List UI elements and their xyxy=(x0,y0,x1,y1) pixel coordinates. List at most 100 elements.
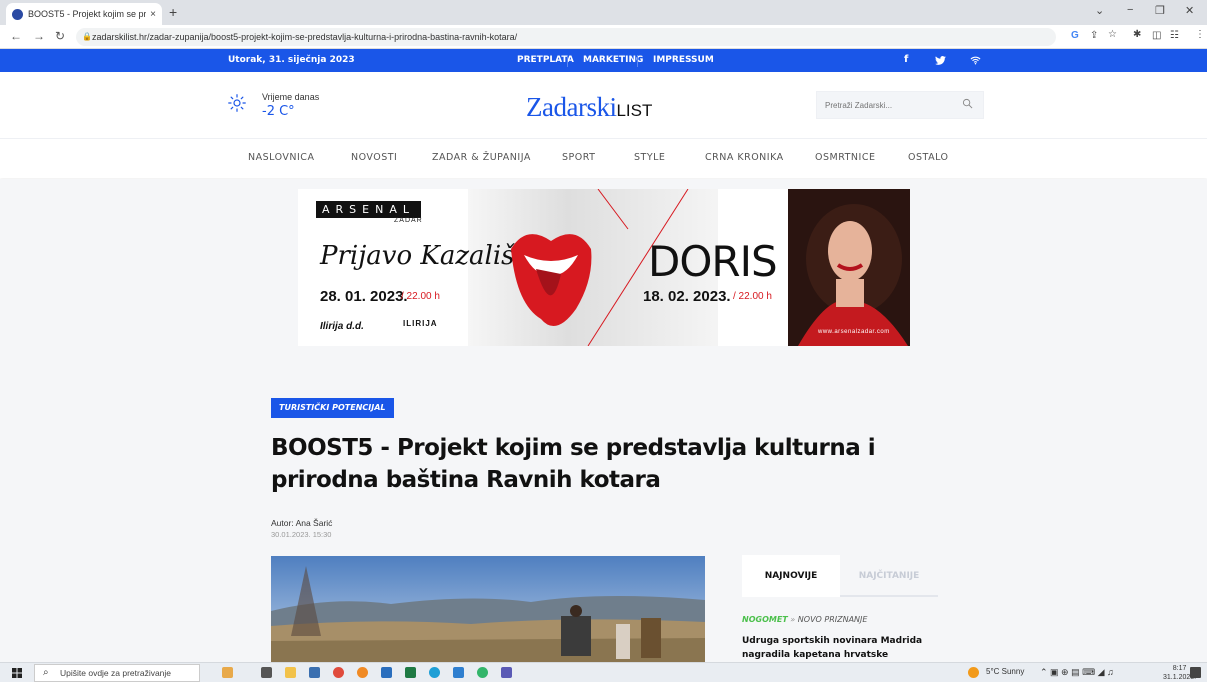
nav-item-novosti[interactable]: NOVOSTI xyxy=(351,152,397,163)
excel-icon[interactable] xyxy=(405,667,416,678)
article-category-badge[interactable]: TURISTIČKI POTENCIJAL xyxy=(271,398,394,418)
site-search xyxy=(816,91,984,119)
site-favicon-icon xyxy=(12,8,23,20)
ad-woman-photo xyxy=(788,189,910,346)
back-arrow-icon[interactable]: ← xyxy=(10,29,22,43)
news-category-secondary[interactable]: NOVO PRIZNANJE xyxy=(798,615,868,624)
browser-tab-title: BOOST5 - Projekt kojim se predst xyxy=(28,9,147,19)
site-logo[interactable]: ZadarskiLIST xyxy=(526,92,652,123)
store-icon[interactable] xyxy=(309,667,320,678)
lips-logo-icon xyxy=(511,234,592,327)
current-date: Utorak, 31. siječnja 2023 xyxy=(228,55,355,65)
taskbar-people-icon[interactable] xyxy=(222,667,233,678)
weather-label: Vrijeme danas xyxy=(262,92,320,102)
nav-item-osmrtnice[interactable]: OSMRTNICE xyxy=(815,152,875,163)
ad-sponsor1: Ilirija d.d. xyxy=(320,321,364,332)
divider xyxy=(637,55,638,67)
profile-icon[interactable]: ☷ xyxy=(1170,30,1179,41)
tray-icons[interactable]: ⌃ ▣ ⊕ ▤ ⌨ ◢ ♫ xyxy=(1040,667,1114,678)
tab-search-dropdown-icon[interactable]: ⌄ xyxy=(1095,4,1104,17)
word-icon[interactable] xyxy=(381,667,392,678)
chrome-green-icon[interactable] xyxy=(477,667,488,678)
ad-show1-time: / 22.00 h xyxy=(401,291,440,302)
url-text: zadarskilist.hr/zadar-zupanija/boost5-pr… xyxy=(92,32,518,42)
ad-brand: ARSENAL xyxy=(316,201,421,218)
taskbar-weather[interactable]: 5°C Sunny xyxy=(986,667,1024,676)
address-bar[interactable]: 🔒 zadarskilist.hr/zadar-zupanija/boost5-… xyxy=(76,28,1056,46)
nav-item-crna-kronika[interactable]: CRNA KRONIKA xyxy=(705,152,784,163)
reload-icon[interactable]: ↻ xyxy=(55,29,65,43)
window-minimize-button[interactable]: − xyxy=(1127,4,1133,16)
ad-show2-title: DORIS xyxy=(648,237,778,286)
article-photo xyxy=(271,556,705,662)
forward-arrow-icon[interactable]: → xyxy=(33,29,45,43)
window-close-button[interactable]: ✕ xyxy=(1185,4,1194,17)
sidepanel-icon[interactable]: ◫ xyxy=(1152,30,1161,41)
main-navigation: NASLOVNICA NOVOSTI ZADAR & ŽUPANIJA SPOR… xyxy=(0,138,1207,178)
article-headline: BOOST5 - Projekt kojim se predstavlja ku… xyxy=(271,435,876,493)
tab-najcitanije[interactable]: NAJČITANIJE xyxy=(840,555,938,597)
article-author: Autor: Ana Šarić xyxy=(271,518,333,528)
topbar-link-pretplata[interactable]: PRETPLATA xyxy=(517,55,574,65)
browser-toolbar: ← → ↻ 🔒 zadarskilist.hr/zadar-zupanija/b… xyxy=(0,25,1207,49)
search-icon: ⌕ xyxy=(43,667,49,678)
news-category: NOGOMET » NOVO PRIZNANJE xyxy=(742,615,867,624)
lock-icon: 🔒 xyxy=(82,32,92,41)
ad-sponsor2: ILIRIJA xyxy=(403,319,438,328)
logo-main-text: Zadarski xyxy=(526,92,617,122)
topbar-link-impressum[interactable]: IMPRESSUM xyxy=(653,55,714,65)
sun-icon xyxy=(228,94,246,112)
tab-najnovije[interactable]: NAJNOVIJE xyxy=(742,555,840,597)
twitter-icon[interactable] xyxy=(935,56,946,65)
nav-item-style[interactable]: STYLE xyxy=(634,152,665,163)
site-top-bar: Utorak, 31. siječnja 2023 PRETPLATA MARK… xyxy=(0,49,1207,72)
windows-taskbar: ⌕ Upišite ovdje za pretraživanje 5°C Sun… xyxy=(0,662,1207,682)
teams-icon[interactable] xyxy=(501,667,512,678)
weather-sun-icon[interactable] xyxy=(968,667,979,678)
ad-show2-time: / 22.00 h xyxy=(733,291,772,302)
logo-suffix-text: LIST xyxy=(616,101,653,120)
rss-wifi-icon[interactable] xyxy=(970,56,981,65)
divider xyxy=(567,55,568,67)
google-icon[interactable]: G xyxy=(1071,30,1079,41)
advertisement-banner[interactable]: ARSENAL ZADAR Prijavo Kazalište 28. 01. … xyxy=(298,189,910,346)
browser-tab-bar: BOOST5 - Projekt kojim se predst × + ⌄ −… xyxy=(0,0,1207,25)
new-tab-button[interactable]: + xyxy=(169,4,177,20)
ad-show2-date: 18. 02. 2023. xyxy=(643,288,731,305)
page-content: ARSENAL ZADAR Prijavo Kazalište 28. 01. … xyxy=(0,179,1207,674)
file-explorer-icon[interactable] xyxy=(285,667,296,678)
menu-kebab-icon[interactable]: ⋮ xyxy=(1195,29,1205,40)
nav-item-ostalo[interactable]: OSTALO xyxy=(908,152,949,163)
sidebar-news-widget: NAJNOVIJE NAJČITANIJE NOGOMET » NOVO PRI… xyxy=(742,555,938,674)
taskbar-search-placeholder: Upišite ovdje za pretraživanje xyxy=(60,668,172,678)
ad-website: www.arsenalzadar.com xyxy=(818,329,890,335)
tab-close-icon[interactable]: × xyxy=(150,9,156,20)
share-icon[interactable]: ⇪ xyxy=(1090,30,1098,41)
taskbar-search-box[interactable]: ⌕ Upišite ovdje za pretraživanje xyxy=(34,664,200,682)
facebook-icon[interactable]: f xyxy=(904,54,908,65)
firefox-icon[interactable] xyxy=(357,667,368,678)
chrome-icon[interactable] xyxy=(333,667,344,678)
news-category-primary[interactable]: NOGOMET xyxy=(742,615,788,624)
topbar-link-marketing[interactable]: MARKETING xyxy=(583,55,643,65)
window-maximize-button[interactable]: ❐ xyxy=(1155,4,1165,17)
edge-icon[interactable] xyxy=(429,667,440,678)
category-separator: » xyxy=(790,615,796,624)
ad-show1-date: 28. 01. 2023. xyxy=(320,288,408,305)
outlook-icon[interactable] xyxy=(453,667,464,678)
nav-item-naslovnica[interactable]: NASLOVNICA xyxy=(248,152,314,163)
nav-item-sport[interactable]: SPORT xyxy=(562,152,595,163)
site-header: Vrijeme danas -2 C° ZadarskiLIST xyxy=(0,72,1207,138)
article-date: 30.01.2023. 15:30 xyxy=(271,530,332,539)
bookmark-star-icon[interactable]: ☆ xyxy=(1108,29,1117,40)
search-input[interactable] xyxy=(817,92,947,118)
extensions-icon[interactable]: ✱ xyxy=(1133,29,1141,40)
search-icon[interactable] xyxy=(962,98,973,109)
notifications-icon[interactable] xyxy=(1190,667,1201,678)
browser-tab[interactable]: BOOST5 - Projekt kojim se predst × xyxy=(6,3,162,25)
nav-item-zadar-zupanija[interactable]: ZADAR & ŽUPANIJA xyxy=(432,152,531,163)
task-view-icon[interactable] xyxy=(261,667,272,678)
weather-temperature: -2 C° xyxy=(262,104,295,119)
ad-brand-sub: ZADAR xyxy=(394,217,423,224)
windows-start-icon[interactable] xyxy=(12,668,22,678)
